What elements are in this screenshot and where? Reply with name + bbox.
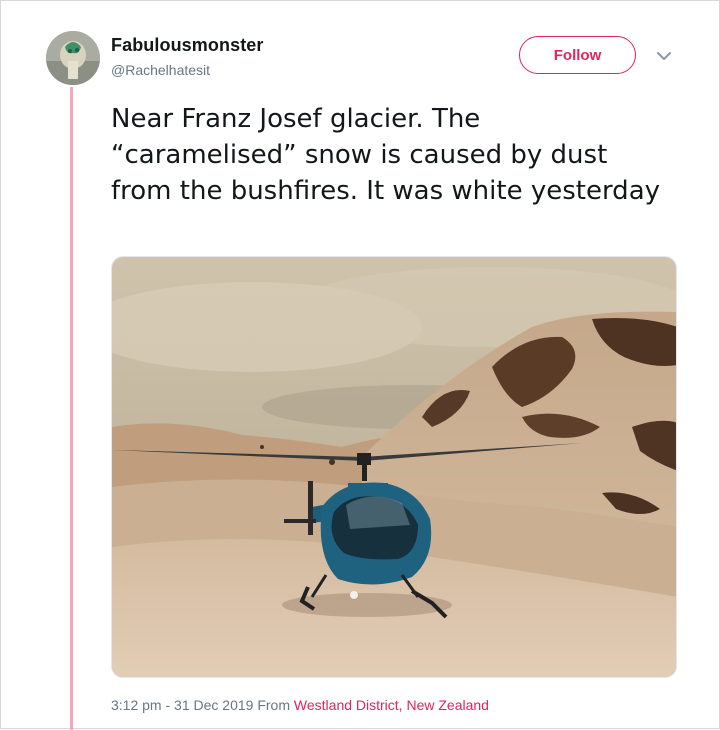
tweet-card: Fabulousmonster @Rachelhatesit Follow Ne… xyxy=(0,0,720,730)
tweet-text: Near Franz Josef glacier. The “caramelis… xyxy=(111,104,661,206)
tweet-date[interactable]: 31 Dec 2019 xyxy=(174,697,253,713)
tweet-photo[interactable] xyxy=(111,256,677,678)
display-name[interactable]: Fabulousmonster xyxy=(111,35,264,56)
follow-button[interactable]: Follow xyxy=(519,36,636,74)
chevron-down-icon[interactable] xyxy=(655,49,673,63)
tweet-time[interactable]: 3:12 pm xyxy=(111,697,162,713)
tweet-meta: 3:12 pm - 31 Dec 2019 From Westland Dist… xyxy=(111,697,489,713)
location-link[interactable]: Westland District, New Zealand xyxy=(294,697,489,713)
from-label: From xyxy=(253,697,294,713)
user-handle[interactable]: @Rachelhatesit xyxy=(111,62,210,78)
meta-separator: - xyxy=(161,697,175,713)
thread-line xyxy=(70,87,73,730)
avatar[interactable] xyxy=(46,31,100,85)
